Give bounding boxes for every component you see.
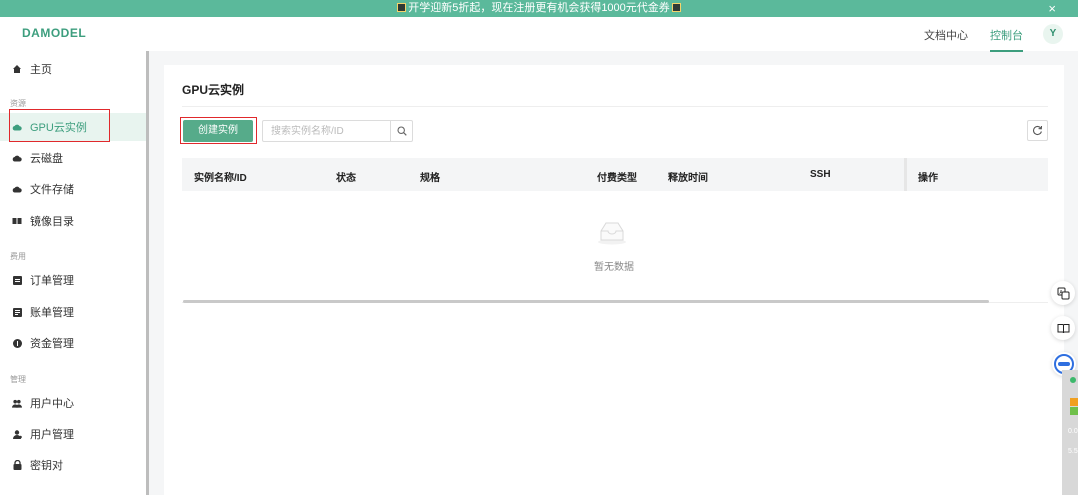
sidebar-item-file-storage[interactable]: 文件存储 (0, 175, 146, 203)
sidebar-scrollbar[interactable] (146, 51, 149, 495)
sidebar-item-label: 主页 (30, 64, 52, 76)
sidebar-item-label: 文件存储 (30, 184, 74, 196)
column-divider (904, 158, 907, 191)
empty-inbox-icon (597, 221, 627, 248)
table-horizontal-scrollbar[interactable] (183, 300, 989, 303)
lock-icon (12, 460, 22, 470)
home-icon (12, 64, 22, 74)
meter-bar (1070, 398, 1078, 406)
search-box (262, 120, 413, 142)
users-icon (12, 398, 22, 408)
column-header-actions: 操作 (918, 173, 938, 184)
order-icon (12, 275, 22, 285)
promo-banner-text: 开学迎新5折起，现在注册更有机会获得1000元代金券 (408, 2, 670, 14)
group-label-billing: 费用 (10, 252, 26, 261)
cloud-icon (12, 184, 22, 194)
sidebar-item-bills[interactable]: 账单管理 (0, 298, 146, 326)
system-monitor-panel[interactable]: 0.0 5.5 (1062, 370, 1078, 495)
sidebar-item-user-manage[interactable]: 用户管理 (0, 420, 146, 448)
sidebar-item-user-center[interactable]: 用户中心 (0, 389, 146, 417)
group-label-resources: 资源 (10, 99, 26, 108)
status-dot (1070, 377, 1076, 383)
column-header-release-time: 释放时间 (668, 173, 708, 184)
page-title: GPU云实例 (182, 83, 245, 97)
sidebar-item-label: 用户管理 (30, 429, 74, 441)
refresh-icon (1033, 125, 1043, 136)
column-header-status: 状态 (336, 173, 356, 184)
column-header-name: 实例名称/ID (194, 173, 247, 184)
column-header-ssh: SSH (810, 169, 831, 180)
highlight-box (180, 117, 257, 144)
gift-icon (397, 3, 407, 12)
divider (182, 106, 1048, 107)
console-link[interactable]: 控制台 (990, 27, 1023, 52)
book-open-icon (1057, 323, 1069, 333)
brand-logo[interactable]: DAMODEL (22, 26, 86, 40)
sidebar-item-image-catalog[interactable]: 镜像目录 (0, 207, 146, 235)
docs-center-link[interactable]: 文档中心 (924, 27, 968, 43)
book-icon (12, 216, 22, 226)
sidebar-item-home[interactable]: 主页 (0, 55, 146, 83)
banner-close-icon[interactable]: × (1048, 0, 1056, 17)
top-navbar: DAMODEL 文档中心 控制台 Y (0, 17, 1078, 52)
column-header-spec: 规格 (420, 173, 440, 184)
highlight-box (9, 109, 110, 142)
promo-banner[interactable]: 开学迎新5折起，现在注册更有机会获得1000元代金券 × (0, 0, 1078, 17)
table-header: 实例名称/ID 状态 规格 付费类型 释放时间 SSH 操作 (182, 158, 1048, 191)
sidebar-item-label: 密钥对 (30, 460, 63, 472)
sidebar-item-label: 镜像目录 (30, 216, 74, 228)
search-input[interactable] (263, 121, 390, 141)
coin-icon (12, 338, 22, 348)
translate-icon: A (1057, 287, 1069, 299)
refresh-button[interactable] (1027, 120, 1048, 141)
sidebar-item-label: 云磁盘 (30, 153, 63, 165)
sidebar-item-label: 账单管理 (30, 307, 74, 319)
group-label-manage: 管理 (10, 375, 26, 384)
sidebar-item-label: 订单管理 (30, 275, 74, 287)
monitor-value: 5.5 (1068, 448, 1078, 455)
sidebar-item-funds[interactable]: 资金管理 (0, 329, 146, 357)
user-avatar[interactable]: Y (1043, 24, 1063, 44)
meter-bar (1070, 407, 1078, 415)
sidebar-item-cloud-disk[interactable]: 云磁盘 (0, 144, 146, 172)
sidebar-item-label: 资金管理 (30, 338, 74, 350)
empty-state-text: 暂无数据 (594, 262, 634, 273)
monitor-value: 0.0 (1068, 428, 1078, 435)
sidebar-item-label: 用户中心 (30, 398, 74, 410)
translate-button[interactable]: A (1051, 281, 1075, 305)
cloud-icon (12, 153, 22, 163)
sidebar-item-key-pairs[interactable]: 密钥对 (0, 451, 146, 479)
gift-icon (671, 3, 681, 12)
sidebar-item-orders[interactable]: 订单管理 (0, 266, 146, 294)
bill-icon (12, 307, 22, 317)
reader-button[interactable] (1051, 316, 1075, 340)
search-button[interactable] (390, 121, 412, 141)
user-icon (12, 429, 22, 439)
svg-text:A: A (1059, 289, 1063, 295)
column-header-pay-type: 付费类型 (597, 173, 637, 184)
search-icon (396, 126, 407, 136)
